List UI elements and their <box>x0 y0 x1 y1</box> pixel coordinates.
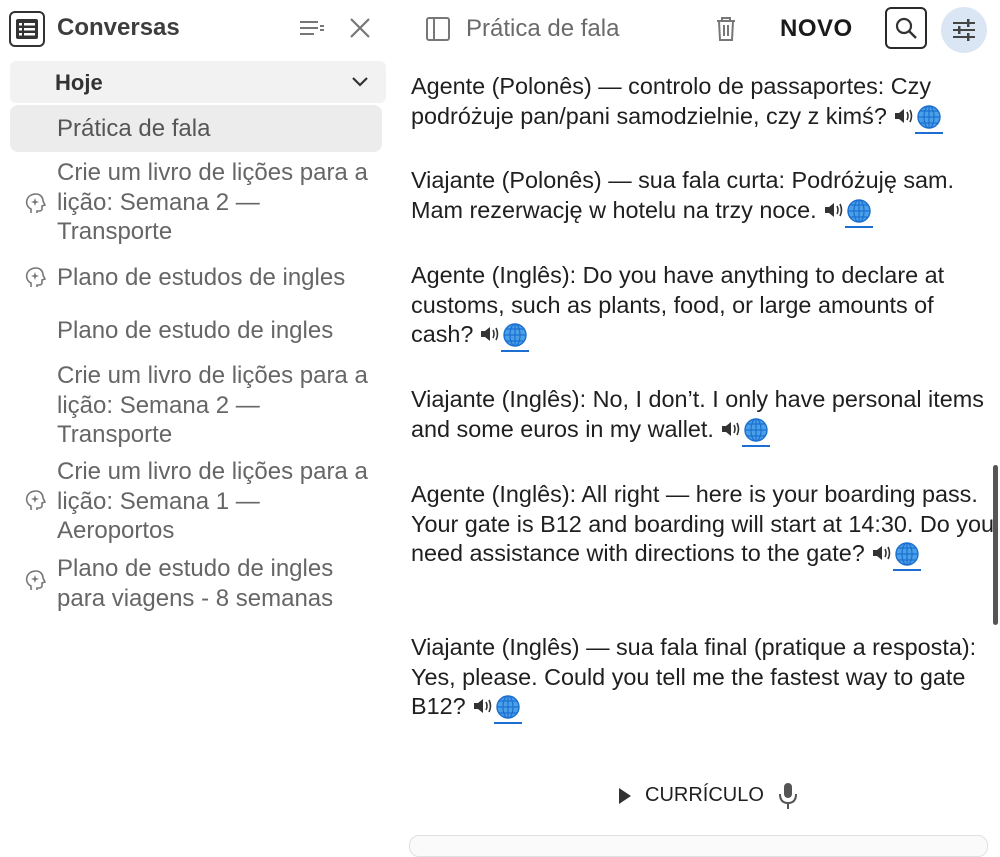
brain-sparkle-icon <box>24 569 47 593</box>
speaker-icon[interactable] <box>472 694 494 714</box>
message-list: Agente (Polonês) — controlo de passaport… <box>395 60 1000 762</box>
group-today[interactable]: Hoje <box>10 61 386 103</box>
conversation-label: Plano de estudos de ingles <box>57 264 346 291</box>
translate-globe-icon[interactable] <box>501 322 530 352</box>
conversation-label: Crie um livro de lições para a lição: Se… <box>57 458 368 544</box>
conversation-item[interactable]: Crie um livro de lições para a lição: Se… <box>10 361 382 451</box>
brain-sparkle-icon <box>24 266 47 290</box>
new-chat-button[interactable]: NOVO <box>780 15 853 43</box>
chat-message: Viajante (Inglês) — sua fala final (prat… <box>411 633 996 724</box>
settings-sliders-icon[interactable] <box>941 7 987 53</box>
sidebar-title: Conversas <box>57 14 180 41</box>
chat-message: Agente (Polonês) — controlo de passaport… <box>411 72 996 134</box>
conversation-item[interactable]: Prática de fala <box>10 105 382 152</box>
conversation-item[interactable]: Crie um livro de lições para a lição: Se… <box>10 158 382 248</box>
conversation-item[interactable]: Crie um livro de lições para a lição: Se… <box>10 457 382 547</box>
play-icon[interactable] <box>617 786 633 806</box>
brain-sparkle-icon <box>24 489 47 513</box>
translate-globe-icon[interactable] <box>892 541 921 571</box>
conversation-label: Crie um livro de lições para a lição: Se… <box>57 159 368 245</box>
speaker-icon[interactable] <box>823 198 845 218</box>
microphone-icon[interactable] <box>777 781 799 811</box>
conversation-label: Crie um livro de lições para a lição: Se… <box>57 362 368 448</box>
close-icon[interactable] <box>347 15 373 41</box>
trash-icon[interactable] <box>713 14 739 44</box>
translate-globe-icon[interactable] <box>844 198 873 228</box>
translate-globe-icon[interactable] <box>493 694 522 724</box>
message-text: Agente (Polonês) — controlo de passaport… <box>411 73 932 129</box>
brain-sparkle-icon <box>24 192 47 216</box>
speaker-icon[interactable] <box>871 541 893 561</box>
conversation-label: Plano de estudo de ingles <box>57 317 334 344</box>
search-icon[interactable] <box>885 7 927 49</box>
chat-panel: Prática de fala NOVO Agente (Polonês) — … <box>395 0 1000 857</box>
conversation-label: Prática de fala <box>57 115 211 142</box>
conversations-list-icon[interactable] <box>9 11 45 47</box>
group-label: Hoje <box>55 70 103 95</box>
conversation-item[interactable]: Plano de estudo de ingles para viagens -… <box>10 554 382 616</box>
translate-globe-icon[interactable] <box>914 104 943 134</box>
sidebar-header: Conversas <box>0 0 395 58</box>
message-input[interactable] <box>409 835 988 857</box>
chat-title: Prática de fala <box>466 15 620 42</box>
conversation-item[interactable]: Plano de estudos de ingles <box>10 263 382 295</box>
chat-message: Agente (Inglês): All right — here is you… <box>411 480 996 571</box>
speaker-icon[interactable] <box>479 322 501 342</box>
chevron-down-icon <box>350 73 370 91</box>
bottom-bar: CURRÍCULO <box>395 765 1000 857</box>
conversations-sidebar: Conversas Hoje Prática de fala Crie um l… <box>0 0 395 842</box>
chat-message: Viajante (Polonês) — sua fala curta: Pod… <box>411 166 996 228</box>
chat-message: Viajante (Inglês): No, I don’t. I only h… <box>411 385 996 447</box>
chat-message: Agente (Inglês): Do you have anything to… <box>411 261 996 352</box>
speaker-icon[interactable] <box>720 417 742 437</box>
speaker-icon[interactable] <box>893 104 915 124</box>
message-text: Viajante (Inglês): No, I don’t. I only h… <box>411 386 984 442</box>
toggle-sidebar-icon[interactable] <box>425 16 451 42</box>
chat-scrollbar[interactable] <box>993 465 998 625</box>
sort-list-icon[interactable] <box>298 16 328 42</box>
conversation-label: Plano de estudo de ingles para viagens -… <box>57 555 334 612</box>
conversation-item[interactable]: Plano de estudo de ingles <box>10 316 382 348</box>
translate-globe-icon[interactable] <box>741 417 770 447</box>
curriculum-button[interactable]: CURRÍCULO <box>645 784 764 807</box>
